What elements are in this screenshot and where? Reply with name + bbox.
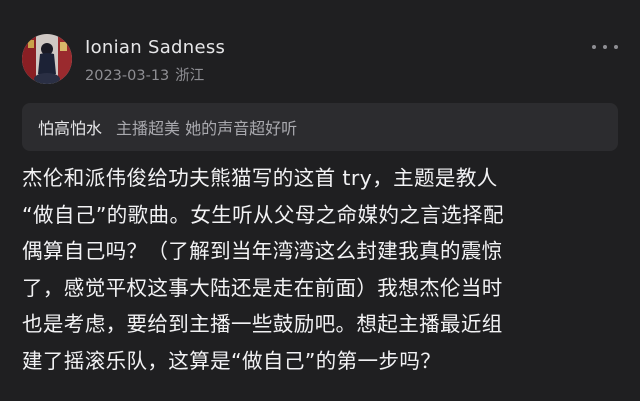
quoted-comment[interactable]: 怕高怕水 主播超美 她的声音超好听 [22,103,618,151]
author-name[interactable]: Ionian Sadness [85,37,225,58]
body-line: 杰伦和派伟俊给功夫熊猫写的这首 try，主题是教人 [22,166,498,190]
quoted-text: 主播超美 她的声音超好听 [116,119,298,138]
post-page: Ionian Sadness 2023-03-13 浙江 怕高怕水 主播超美 她的… [0,0,640,401]
more-dots-icon[interactable] [592,38,618,56]
post-body: 杰伦和派伟俊给功夫熊猫写的这首 try，主题是教人 “做自己”的歌曲。女生听从父… [22,160,622,379]
body-line: 偶算自己吗？（了解到当年湾湾这么封建我真的震惊 [22,239,503,263]
quoted-username[interactable]: 怕高怕水 [38,115,102,139]
post-date: 2023-03-13 [85,68,170,84]
dot [603,45,607,49]
avatar[interactable] [22,34,72,84]
post-location: 浙江 [175,68,205,84]
body-line: 了，感觉平权这事大陆还是走在前面）我想杰伦当时 [22,275,503,300]
post-header: Ionian Sadness 2023-03-13 浙江 [22,34,618,90]
body-line: 也是考虑，要给到主播一些鼓励吧。想起主播最近组 [22,312,503,336]
dot [592,45,596,49]
avatar-figure-icon [22,34,72,84]
post-meta: 2023-03-13 浙江 [85,64,204,85]
body-line: 建了摇滚乐队，这算是“做自己”的第一步吗？ [22,348,442,373]
body-line: “做自己”的歌曲。女生听从父母之命媒妁之言选择配 [22,202,504,227]
dot [614,45,618,49]
